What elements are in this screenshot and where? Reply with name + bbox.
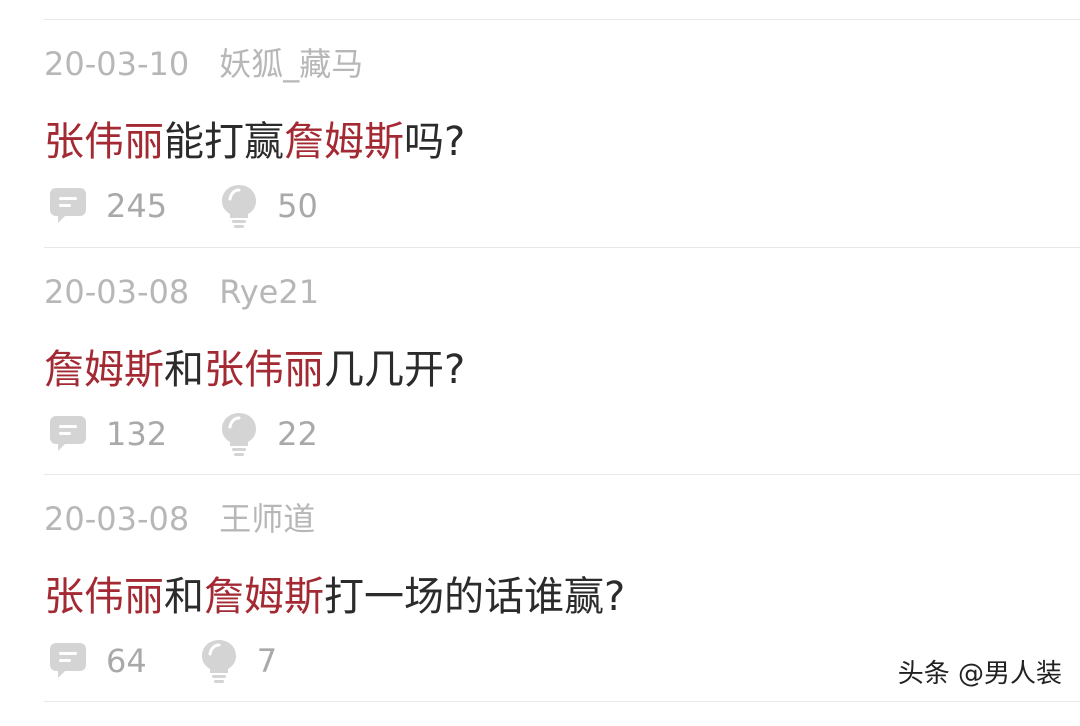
question-stats: 64 7 <box>48 639 277 683</box>
question-title[interactable]: 张伟丽能打赢詹姆斯吗? <box>44 114 465 170</box>
question-title[interactable]: 詹姆斯和张伟丽几几开? <box>44 342 465 398</box>
question-list-page: { "questions": [ { "date": "20-03-10", "… <box>0 0 1080 705</box>
question-meta: 20-03-10 妖狐_藏马 <box>44 44 363 84</box>
title-text: 和 <box>164 574 204 620</box>
comment-bubble-icon <box>50 188 86 223</box>
comment-count: 64 <box>106 642 147 680</box>
title-text: 和 <box>164 347 204 393</box>
like-count: 7 <box>256 642 278 680</box>
title-keyword: 张伟丽 <box>44 574 164 620</box>
question-item[interactable]: 20-03-08 Rye21 詹姆斯和张伟丽几几开? 132 22 <box>44 272 1080 499</box>
lightbulb-icon <box>222 413 257 456</box>
question-date: 20-03-08 <box>44 500 190 538</box>
title-keyword: 詹姆斯 <box>284 119 404 165</box>
title-keyword: 詹姆斯 <box>204 574 324 620</box>
bottom-divider <box>44 701 1080 702</box>
title-keyword: 詹姆斯 <box>44 347 164 393</box>
question-title[interactable]: 张伟丽和詹姆斯打一场的话谁赢? <box>44 569 625 625</box>
question-stats: 132 22 <box>48 412 318 456</box>
comment-count: 245 <box>106 187 168 225</box>
title-keyword: 张伟丽 <box>204 347 324 393</box>
question-date: 20-03-08 <box>44 273 190 311</box>
question-author[interactable]: Rye21 <box>219 273 319 311</box>
question-item[interactable]: 20-03-08 王师道 张伟丽和詹姆斯打一场的话谁赢? 64 7 <box>44 499 1080 726</box>
comment-bubble-icon <box>50 416 86 451</box>
like-count-button[interactable]: 7 <box>199 639 277 683</box>
like-count: 50 <box>277 187 318 225</box>
title-text: 吗? <box>404 119 466 165</box>
like-count-button[interactable]: 22 <box>219 412 318 456</box>
lightbulb-icon <box>222 185 257 228</box>
like-count-button[interactable]: 50 <box>219 184 318 228</box>
question-item[interactable]: 20-03-10 妖狐_藏马 张伟丽能打赢詹姆斯吗? 245 50 <box>44 44 1080 271</box>
comment-count: 132 <box>106 415 168 453</box>
comment-count-button[interactable]: 64 <box>48 639 147 683</box>
question-author[interactable]: 王师道 <box>219 500 315 538</box>
comment-count-button[interactable]: 132 <box>48 412 167 456</box>
comment-bubble-icon <box>50 643 86 678</box>
question-divider <box>44 247 1080 248</box>
question-stats: 245 50 <box>48 184 318 228</box>
title-text: 打一场的话谁赢? <box>324 574 626 620</box>
comment-count-button[interactable]: 245 <box>48 184 167 228</box>
title-text: 能打赢 <box>164 119 284 165</box>
question-meta: 20-03-08 王师道 <box>44 499 315 539</box>
question-divider <box>44 474 1080 475</box>
title-keyword: 张伟丽 <box>44 119 164 165</box>
question-meta: 20-03-08 Rye21 <box>44 272 319 312</box>
lightbulb-icon <box>201 640 236 683</box>
question-date: 20-03-10 <box>44 45 190 83</box>
title-text: 几几开? <box>324 347 466 393</box>
question-author[interactable]: 妖狐_藏马 <box>219 45 363 83</box>
top-divider <box>44 19 1080 20</box>
watermark: 头条 @男人装 <box>897 659 1062 689</box>
like-count: 22 <box>277 415 318 453</box>
